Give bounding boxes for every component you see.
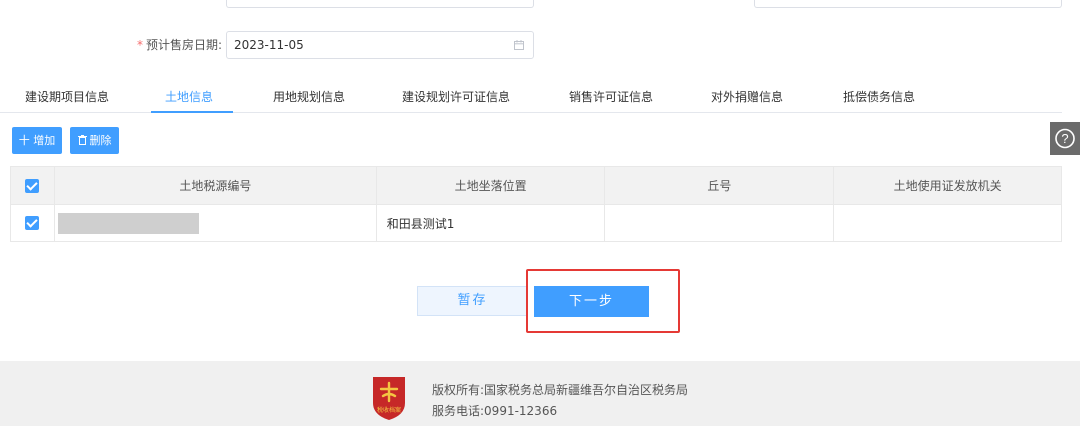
footer-phone: 服务电话:0991-12366 <box>432 404 558 418</box>
required-mark: * <box>136 38 143 52</box>
tab-external-donation[interactable]: 对外捐赠信息 <box>711 82 783 112</box>
header-lot-no: 丘号 <box>604 166 835 205</box>
help-icon: ? <box>1055 128 1075 149</box>
add-button[interactable]: 十 增加 <box>12 127 62 154</box>
table-header-row: 土地税源编号 土地坐落位置 丘号 土地使用证发放机关 <box>10 166 1062 205</box>
sale-date-row: * 预计售房日期: 2023-11-05 <box>0 31 560 59</box>
trash-icon <box>77 135 87 145</box>
tab-construction-project[interactable]: 建设期项目信息 <box>25 82 109 112</box>
tab-land-info[interactable]: 土地信息 <box>165 82 213 112</box>
header-issuing-authority: 土地使用证发放机关 <box>833 166 1062 205</box>
tab-debt-offset[interactable]: 抵偿债务信息 <box>843 82 915 112</box>
top-left-field[interactable] <box>226 0 534 8</box>
select-all-checkbox[interactable] <box>25 178 40 193</box>
footer-copyright: 版权所有:国家税务总局新疆维吾尔自治区税务局 <box>432 383 689 397</box>
row-checkbox[interactable] <box>25 216 40 231</box>
tax-emblem-logo: 税收档案 <box>373 377 405 420</box>
delete-button[interactable]: 删除 <box>70 127 119 154</box>
top-right-field[interactable] <box>754 0 1062 8</box>
add-button-label: 十 增加 <box>18 134 56 147</box>
cell-location: 和田县测试1 <box>375 204 606 242</box>
header-tax-source-no: 土地税源编号 <box>53 166 377 205</box>
tab-sales-permit[interactable]: 销售许可证信息 <box>569 82 653 112</box>
cell-lot-no <box>604 204 835 242</box>
cell-tax-source-no <box>53 204 377 242</box>
sale-date-label: * 预计售房日期: <box>0 31 222 59</box>
row-check-cell[interactable] <box>10 204 55 242</box>
svg-text:税收档案: 税收档案 <box>377 406 401 414</box>
calendar-icon[interactable] <box>514 40 524 50</box>
select-all-cell[interactable] <box>10 166 55 205</box>
redacted-value <box>57 212 199 234</box>
save-draft-button[interactable]: 暂存 <box>417 286 528 316</box>
cell-issuing-authority <box>833 204 1062 242</box>
highlight-annotation <box>526 269 680 333</box>
sale-date-input[interactable]: 2023-11-05 <box>226 31 534 59</box>
header-location: 土地坐落位置 <box>375 166 606 205</box>
sale-date-value: 2023-11-05 <box>234 38 304 52</box>
info-tabs: 建设期项目信息 土地信息 用地规划信息 建设规划许可证信息 销售许可证信息 对外… <box>0 82 1062 113</box>
active-tab-indicator <box>151 111 233 113</box>
delete-button-label: 删除 <box>89 134 112 147</box>
land-info-table: 土地税源编号 土地坐落位置 丘号 土地使用证发放机关 和田县测试1 <box>10 166 1062 242</box>
footer: 税收档案 版权所有:国家税务总局新疆维吾尔自治区税务局 服务电话:0991-12… <box>0 361 1080 426</box>
tab-land-planning[interactable]: 用地规划信息 <box>273 82 345 112</box>
svg-text:?: ? <box>1061 131 1068 146</box>
tab-construction-permit[interactable]: 建设规划许可证信息 <box>402 82 510 112</box>
table-row[interactable]: 和田县测试1 <box>10 204 1062 242</box>
sale-date-label-text: 预计售房日期: <box>145 38 222 52</box>
help-button[interactable]: ? <box>1050 122 1080 155</box>
